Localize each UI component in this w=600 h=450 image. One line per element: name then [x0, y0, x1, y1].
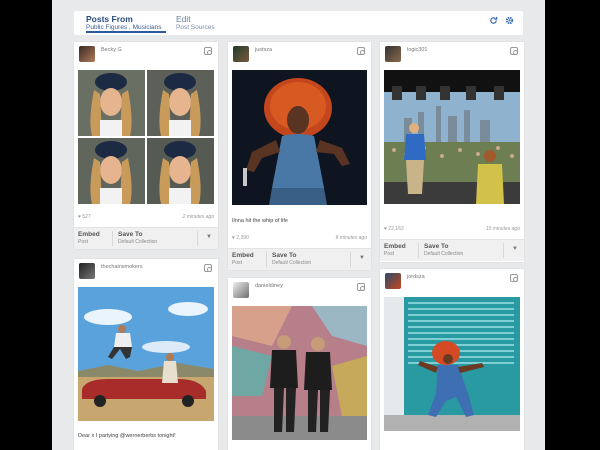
divider — [112, 231, 113, 246]
active-tab-underline — [86, 31, 166, 33]
post-time: 2 minutes ago — [182, 214, 214, 220]
avatar[interactable] — [233, 46, 249, 62]
app-screen: Posts From Public Figures , Musicians Ed… — [52, 0, 545, 450]
gear-icon[interactable] — [503, 16, 515, 28]
embed-sub: Post — [78, 239, 89, 245]
avatar[interactable] — [79, 46, 95, 62]
instagram-icon[interactable] — [357, 47, 365, 55]
save-to-button[interactable]: Save To Default Collection — [272, 252, 311, 267]
post-username[interactable]: danieldiney — [255, 283, 283, 289]
post-image[interactable] — [384, 70, 520, 204]
post-header: thechainsmokers — [74, 259, 218, 283]
divider — [418, 243, 419, 258]
tab-edit-title: Edit — [176, 14, 191, 24]
avatar[interactable] — [79, 263, 95, 279]
embed-button[interactable]: Embed Post — [78, 231, 100, 246]
chevron-down-icon[interactable]: ▼ — [359, 255, 365, 261]
divider — [350, 252, 351, 267]
post-header: Becky G — [74, 42, 218, 66]
tab-edit[interactable]: Edit Post Sources — [176, 14, 215, 32]
save-to-label: Save To — [118, 231, 143, 238]
save-to-label: Save To — [272, 252, 297, 259]
post-username[interactable]: thechainsmokers — [101, 264, 143, 270]
like-count: ♥ 527 — [78, 214, 91, 220]
post-meta: ♥ 22,163 15 minutes ago — [384, 226, 520, 234]
post-card[interactable]: logic301 ♥ 22,163 15 minutes ago Embed P… — [380, 42, 524, 262]
post-username[interactable]: justsza — [255, 47, 272, 53]
post-actions: Embed Post Save To Default Collection ▼ — [380, 239, 524, 261]
post-header: logic301 — [380, 42, 524, 66]
refresh-icon[interactable] — [487, 16, 499, 28]
avatar[interactable] — [233, 282, 249, 298]
save-to-button[interactable]: Save To Default Collection — [424, 243, 463, 258]
post-card[interactable]: thechainsmokers Dear x I partying @werne… — [74, 259, 218, 450]
save-to-collection: Default Collection — [424, 251, 464, 257]
avatar[interactable] — [385, 46, 401, 62]
post-header: danieldiney — [228, 278, 371, 302]
post-card[interactable]: justsza Ilnna hit the whip of life ♥ 2,3… — [228, 42, 371, 270]
instagram-icon[interactable] — [204, 264, 212, 272]
chevron-down-icon[interactable]: ▼ — [512, 246, 518, 252]
like-count: ♥ 2,390 — [232, 235, 249, 241]
post-image[interactable] — [384, 297, 520, 431]
save-to-label: Save To — [424, 243, 449, 250]
post-actions: Embed Post Save To Default Collection ▼ — [228, 248, 371, 270]
post-image[interactable] — [78, 287, 214, 421]
post-username[interactable]: Becky G — [101, 47, 122, 53]
divider — [266, 252, 267, 267]
post-header: jordsza — [380, 269, 524, 293]
embed-sub: Post — [384, 251, 395, 257]
post-username[interactable]: logic301 — [407, 47, 428, 53]
embed-sub: Post — [232, 260, 243, 266]
tab-posts-from-title: Posts From — [86, 14, 133, 24]
embed-label: Embed — [78, 231, 100, 238]
instagram-icon[interactable] — [204, 47, 212, 55]
like-count: ♥ 22,163 — [384, 226, 404, 232]
post-image[interactable] — [78, 70, 214, 204]
chevron-down-icon[interactable]: ▼ — [206, 234, 212, 240]
instagram-icon[interactable] — [510, 274, 518, 282]
divider — [503, 243, 504, 258]
post-meta: ♥ 2,390 8 minutes ago — [232, 235, 367, 243]
tab-posts-from[interactable]: Posts From Public Figures , Musicians — [86, 14, 162, 32]
post-time: 15 minutes ago — [485, 226, 520, 232]
embed-button[interactable]: Embed Post — [384, 243, 406, 258]
avatar[interactable] — [385, 273, 401, 289]
save-to-collection: Default Collection — [272, 260, 312, 266]
post-card[interactable]: jordsza — [380, 269, 524, 450]
save-to-collection: Default Collection — [118, 239, 158, 245]
post-card[interactable]: Becky G ♥ 527 2 minutes ago Embed Post S… — [74, 42, 218, 249]
post-username[interactable]: jordsza — [407, 274, 425, 280]
post-meta: ♥ 527 2 minutes ago — [78, 214, 214, 222]
tab-edit-sub: Post Sources — [176, 24, 215, 31]
post-image[interactable] — [232, 306, 367, 440]
post-caption: Dear x I partying @wernerberbs tonight! — [78, 433, 176, 439]
instagram-icon[interactable] — [510, 47, 518, 55]
post-time: 8 minutes ago — [335, 235, 367, 241]
post-header: justsza — [228, 42, 371, 66]
top-bar: Posts From Public Figures , Musicians Ed… — [74, 11, 523, 35]
post-image[interactable] — [232, 70, 367, 205]
save-to-button[interactable]: Save To Default Collection — [118, 231, 157, 246]
divider — [197, 231, 198, 246]
post-actions: Embed Post Save To Default Collection ▼ — [74, 227, 218, 249]
embed-label: Embed — [232, 252, 254, 259]
post-card[interactable]: danieldiney — [228, 278, 371, 450]
embed-button[interactable]: Embed Post — [232, 252, 254, 267]
embed-label: Embed — [384, 243, 406, 250]
instagram-icon[interactable] — [357, 283, 365, 291]
post-caption: Ilnna hit the whip of life — [232, 218, 288, 224]
